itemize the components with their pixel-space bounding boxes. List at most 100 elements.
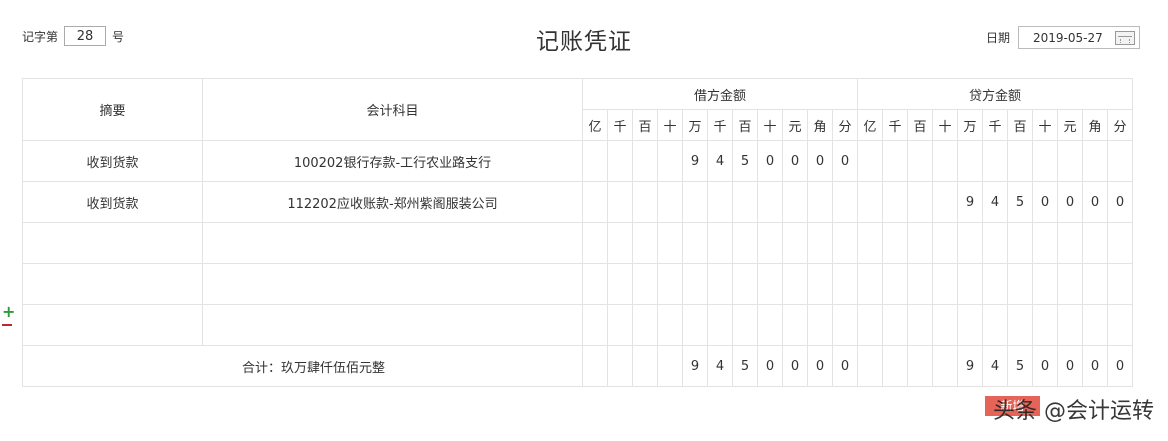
credit-digit-cell[interactable]: [1057, 140, 1083, 182]
debit-digit-cell[interactable]: [682, 263, 708, 305]
credit-digit-cell[interactable]: [1007, 222, 1033, 264]
debit-digit-cell[interactable]: 5: [732, 140, 758, 182]
credit-digit-cell[interactable]: [932, 140, 958, 182]
debit-digit-cell[interactable]: [582, 140, 608, 182]
debit-digit-cell[interactable]: [657, 263, 683, 305]
credit-digit-cell[interactable]: [907, 222, 933, 264]
credit-digit-cell[interactable]: [857, 304, 883, 346]
remove-row-icon[interactable]: [2, 324, 12, 326]
credit-digit-cell[interactable]: [1007, 304, 1033, 346]
debit-digit-cell[interactable]: [732, 304, 758, 346]
debit-digit-cell[interactable]: [782, 222, 808, 264]
debit-digit-cell[interactable]: [582, 222, 608, 264]
debit-digit-cell[interactable]: [632, 263, 658, 305]
credit-digit-cell[interactable]: [907, 304, 933, 346]
debit-digit-cell[interactable]: [732, 181, 758, 223]
credit-digit-cell[interactable]: [1107, 263, 1133, 305]
credit-digit-cell[interactable]: [1032, 263, 1058, 305]
credit-digit-cell[interactable]: 4: [982, 181, 1008, 223]
debit-digit-cell[interactable]: [657, 222, 683, 264]
credit-digit-cell[interactable]: [982, 140, 1008, 182]
credit-digit-cell[interactable]: [1082, 263, 1108, 305]
debit-digit-cell[interactable]: [707, 263, 733, 305]
credit-digit-cell[interactable]: 0: [1107, 181, 1133, 223]
credit-digit-cell[interactable]: [1057, 304, 1083, 346]
credit-digit-cell[interactable]: [882, 222, 908, 264]
credit-digit-cell[interactable]: [1057, 222, 1083, 264]
debit-digit-cell[interactable]: [757, 181, 783, 223]
credit-digit-cell[interactable]: [857, 263, 883, 305]
credit-digit-cell[interactable]: 0: [1057, 181, 1083, 223]
credit-digit-cell[interactable]: [907, 140, 933, 182]
credit-digit-cell[interactable]: [932, 181, 958, 223]
summary-cell[interactable]: [22, 222, 203, 264]
credit-digit-cell[interactable]: [857, 181, 883, 223]
debit-digit-cell[interactable]: [582, 263, 608, 305]
credit-digit-cell[interactable]: [882, 263, 908, 305]
debit-digit-cell[interactable]: [782, 304, 808, 346]
credit-digit-cell[interactable]: [857, 140, 883, 182]
account-cell[interactable]: 112202应收账款-郑州紫阁服装公司: [202, 181, 583, 223]
credit-digit-cell[interactable]: [857, 222, 883, 264]
account-cell[interactable]: [202, 222, 583, 264]
debit-digit-cell[interactable]: [732, 263, 758, 305]
debit-digit-cell[interactable]: [582, 181, 608, 223]
debit-digit-cell[interactable]: 4: [707, 140, 733, 182]
debit-digit-cell[interactable]: [782, 263, 808, 305]
credit-digit-cell[interactable]: 5: [1007, 181, 1033, 223]
debit-digit-cell[interactable]: [607, 140, 633, 182]
credit-digit-cell[interactable]: [932, 263, 958, 305]
debit-digit-cell[interactable]: [832, 304, 858, 346]
credit-digit-cell[interactable]: [957, 222, 983, 264]
debit-digit-cell[interactable]: [607, 222, 633, 264]
credit-digit-cell[interactable]: [1007, 263, 1033, 305]
debit-digit-cell[interactable]: [757, 263, 783, 305]
credit-digit-cell[interactable]: [907, 263, 933, 305]
debit-digit-cell[interactable]: [807, 304, 833, 346]
debit-digit-cell[interactable]: [707, 181, 733, 223]
debit-digit-cell[interactable]: [607, 304, 633, 346]
debit-digit-cell[interactable]: [682, 222, 708, 264]
debit-digit-cell[interactable]: [832, 181, 858, 223]
credit-digit-cell[interactable]: [1107, 222, 1133, 264]
summary-cell[interactable]: 收到货款: [22, 181, 203, 223]
credit-digit-cell[interactable]: [1107, 304, 1133, 346]
debit-digit-cell[interactable]: [657, 140, 683, 182]
debit-digit-cell[interactable]: [657, 181, 683, 223]
credit-digit-cell[interactable]: [882, 304, 908, 346]
credit-digit-cell[interactable]: [957, 140, 983, 182]
debit-digit-cell[interactable]: [657, 304, 683, 346]
debit-digit-cell[interactable]: [807, 222, 833, 264]
debit-digit-cell[interactable]: [807, 181, 833, 223]
credit-digit-cell[interactable]: [982, 304, 1008, 346]
credit-digit-cell[interactable]: 9: [957, 181, 983, 223]
debit-digit-cell[interactable]: [682, 304, 708, 346]
debit-digit-cell[interactable]: 0: [782, 140, 808, 182]
debit-digit-cell[interactable]: 0: [757, 140, 783, 182]
credit-digit-cell[interactable]: 0: [1032, 181, 1058, 223]
debit-digit-cell[interactable]: [607, 181, 633, 223]
credit-digit-cell[interactable]: [932, 222, 958, 264]
credit-digit-cell[interactable]: [1107, 140, 1133, 182]
debit-digit-cell[interactable]: [807, 263, 833, 305]
credit-digit-cell[interactable]: [882, 140, 908, 182]
credit-digit-cell[interactable]: [1082, 140, 1108, 182]
credit-digit-cell[interactable]: [957, 304, 983, 346]
credit-digit-cell[interactable]: 0: [1082, 181, 1108, 223]
debit-digit-cell[interactable]: [832, 263, 858, 305]
summary-cell[interactable]: [22, 304, 203, 346]
debit-digit-cell[interactable]: [682, 181, 708, 223]
debit-digit-cell[interactable]: [707, 304, 733, 346]
debit-digit-cell[interactable]: [582, 304, 608, 346]
debit-digit-cell[interactable]: [707, 222, 733, 264]
credit-digit-cell[interactable]: [1007, 140, 1033, 182]
date-input[interactable]: 2019-05-27: [1018, 26, 1140, 49]
credit-digit-cell[interactable]: [882, 181, 908, 223]
summary-cell[interactable]: [22, 263, 203, 305]
summary-cell[interactable]: 收到货款: [22, 140, 203, 182]
debit-digit-cell[interactable]: 9: [682, 140, 708, 182]
debit-digit-cell[interactable]: [632, 140, 658, 182]
credit-digit-cell[interactable]: [907, 181, 933, 223]
debit-digit-cell[interactable]: [757, 222, 783, 264]
debit-digit-cell[interactable]: [632, 181, 658, 223]
